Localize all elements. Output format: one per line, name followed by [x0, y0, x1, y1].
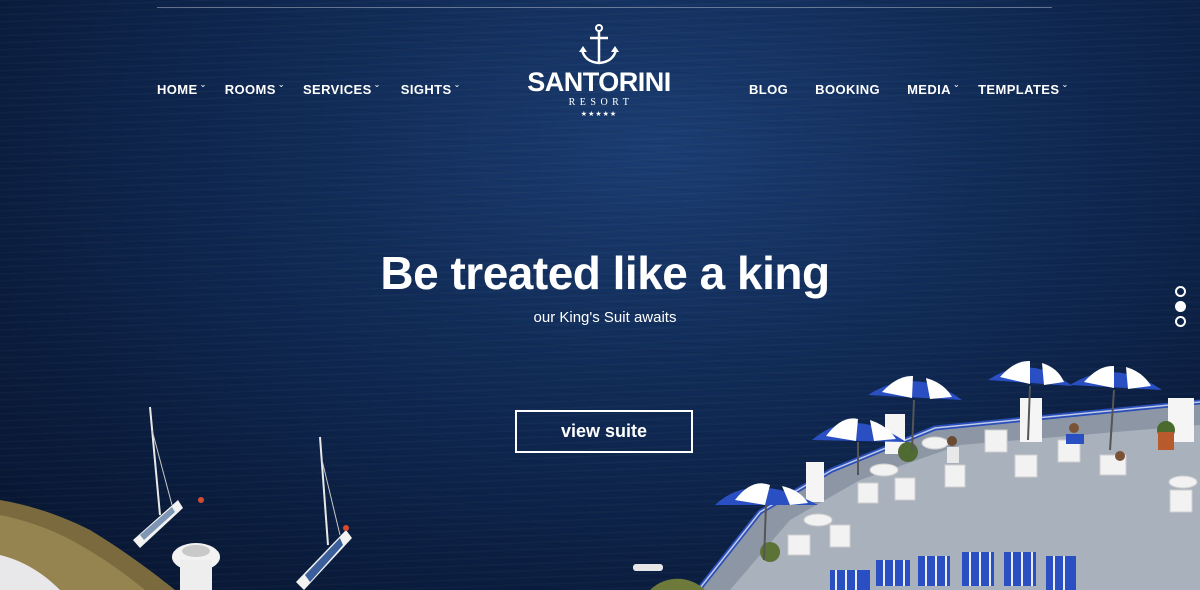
nav-item-label: SIGHTS: [400, 82, 452, 97]
nav-item-booking[interactable]: BOOKING: [815, 82, 880, 97]
anchor-icon: [579, 24, 619, 65]
nav-item-media[interactable]: MEDIA ⌄: [907, 80, 961, 97]
nav-left: HOME ⌄ ROOMS ⌄ SERVICES ⌄ SIGHTS ⌄: [157, 80, 487, 97]
nav-item-sights[interactable]: SIGHTS ⌄: [400, 80, 461, 97]
chevron-down-icon: ⌄: [373, 80, 381, 89]
chevron-down-icon: ⌄: [199, 80, 207, 89]
nav-item-rooms[interactable]: ROOMS ⌄: [224, 80, 285, 97]
nav-right: BLOG BOOKING MEDIA ⌄ TEMPLATES ⌄: [749, 80, 1095, 97]
sailboat-center: [296, 436, 352, 590]
logo-subtitle: RESORT: [568, 97, 634, 108]
site-logo[interactable]: SANTORINI RESORT ★★★★★: [518, 24, 680, 128]
hero-subline: our King's Suit awaits: [533, 309, 677, 326]
nav-item-services[interactable]: SERVICES ⌄: [302, 80, 381, 97]
slider-dot-3[interactable]: [1175, 316, 1186, 327]
nav-item-label: HOME: [157, 82, 198, 97]
sailboat-left: [133, 406, 204, 548]
slider-dot-1[interactable]: [1175, 286, 1186, 297]
view-suite-button[interactable]: view suite: [515, 410, 693, 453]
logo-title: SANTORINI: [527, 67, 671, 97]
slider-pagination: [1175, 286, 1186, 331]
nav-item-label: MEDIA: [907, 82, 951, 97]
chevron-down-icon: ⌄: [1061, 80, 1069, 89]
top-divider: [157, 7, 1052, 8]
nav-item-templates[interactable]: TEMPLATES ⌄: [978, 80, 1069, 97]
small-boat: [633, 564, 663, 571]
nav-item-home[interactable]: HOME ⌄: [157, 80, 207, 97]
nav-item-label: ROOMS: [224, 82, 276, 97]
nav-item-blog[interactable]: BLOG: [749, 82, 788, 97]
chevron-down-icon: ⌄: [453, 80, 461, 89]
nav-item-label: BOOKING: [815, 82, 881, 97]
chevron-down-icon: ⌄: [952, 80, 961, 89]
nav-item-label: BLOG: [749, 82, 789, 97]
logo-stars: ★★★★★: [580, 111, 618, 118]
hero-headline: Be treated like a king: [380, 247, 830, 299]
slider-dot-2[interactable]: [1175, 301, 1186, 312]
chevron-down-icon: ⌄: [277, 80, 285, 89]
nav-item-label: TEMPLATES: [978, 82, 1060, 97]
nav-item-label: SERVICES: [302, 82, 372, 97]
